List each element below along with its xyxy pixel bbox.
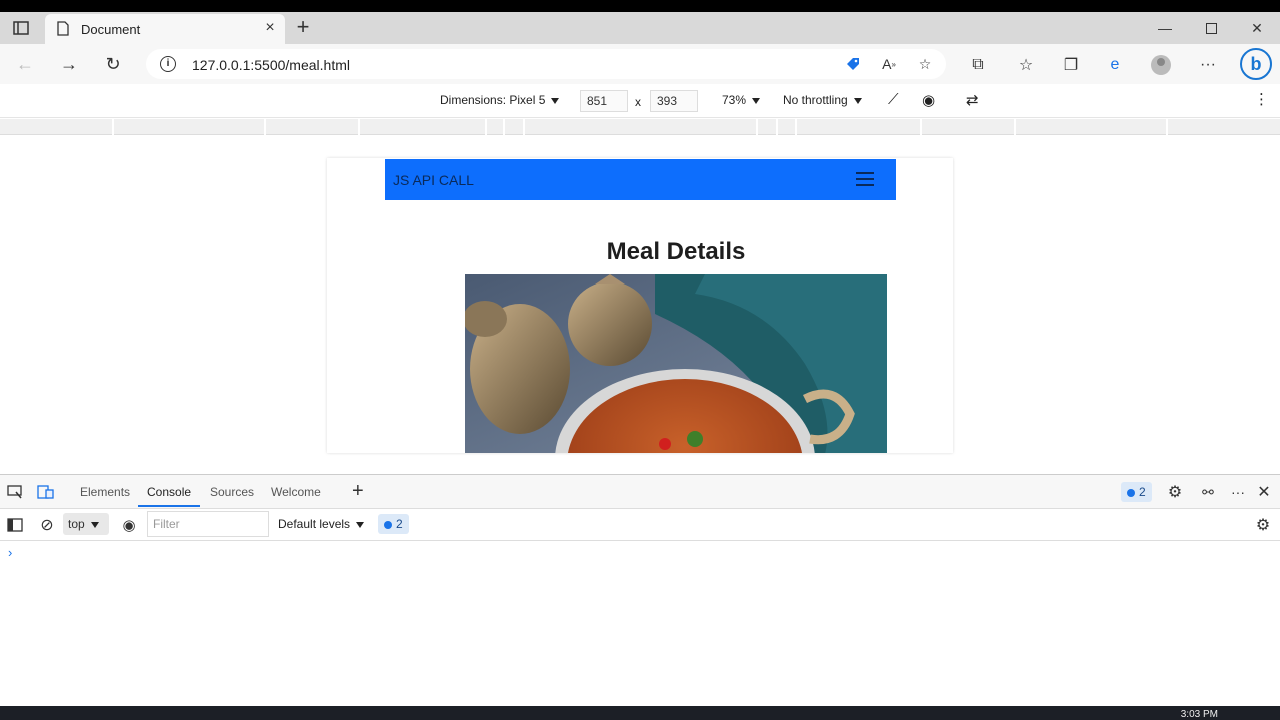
console-filter-input[interactable]: Filter [147, 511, 269, 537]
browser-nav-bar: ← → ↻ i 127.0.0.1:5500/meal.html A» ☆ ⧉ … [0, 44, 1280, 84]
zoom-select[interactable]: 73% [722, 93, 761, 107]
context-select[interactable]: top [63, 513, 109, 535]
device-toolbar: Dimensions: Pixel 5 851 x 393 73% No thr… [0, 84, 1280, 118]
bing-copilot-icon[interactable]: b [1240, 48, 1272, 80]
devtools-tab-bar: Elements Console Sources Welcome + 2 ⚙ ⚯… [0, 475, 1280, 509]
site-brand[interactable]: JS API CALL [393, 172, 474, 188]
console-issues-count: 2 [396, 517, 403, 531]
devtools-more-icon[interactable]: ··· [1229, 483, 1247, 501]
zoom-label: 73% [722, 93, 747, 107]
console-issues-badge[interactable]: 2 [378, 514, 409, 534]
context-label: top [68, 517, 85, 531]
rotate-icon[interactable]: ⇄ [966, 91, 979, 109]
address-bar[interactable]: i 127.0.0.1:5500/meal.html A» ☆ [146, 49, 946, 79]
throttling-label: No throttling [783, 93, 848, 107]
profile-button[interactable] [1150, 54, 1172, 76]
edge-icon[interactable]: e [1104, 54, 1126, 76]
read-aloud-icon[interactable]: A» [880, 55, 898, 73]
eyedropper-icon[interactable]: ⟋ [888, 91, 899, 108]
favorite-add-icon[interactable]: ☆ [916, 55, 934, 73]
address-url: 127.0.0.1:5500/meal.html [192, 57, 350, 73]
hamburger-menu-icon[interactable] [856, 172, 874, 186]
tab-actions-button[interactable] [10, 19, 32, 37]
restore-icon[interactable] [1188, 12, 1234, 44]
dimensions-label: Dimensions: Pixel 5 [440, 93, 546, 107]
close-devtools-icon[interactable]: ✕ [1255, 483, 1273, 501]
new-tab-button[interactable]: + [292, 16, 314, 38]
inspect-element-icon[interactable] [6, 483, 24, 501]
media-query-ruler[interactable] [0, 119, 1280, 135]
emulated-device-screen: JS API CALL Meal Details [327, 158, 953, 453]
tab-console[interactable]: Console [147, 485, 191, 499]
close-window-icon[interactable]: ✕ [1234, 12, 1280, 44]
log-levels-label: Default levels [278, 517, 351, 531]
extensions-icon[interactable]: ⧉ [967, 54, 989, 76]
console-settings-icon[interactable]: ⚙ [1254, 516, 1272, 534]
collections-icon[interactable]: ❐ [1060, 54, 1082, 76]
screen-top-bezel [0, 0, 1280, 12]
back-icon[interactable]: ← [12, 52, 38, 76]
browser-tab-strip: Document × + — ✕ [0, 12, 1280, 44]
avatar-icon [1151, 55, 1171, 75]
width-input[interactable]: 851 [580, 90, 628, 112]
os-taskbar: 3:03 PM [0, 706, 1280, 720]
browser-tab[interactable]: Document × [45, 14, 285, 44]
device-emulation-icon[interactable] [37, 483, 55, 501]
refresh-icon[interactable]: ↻ [100, 52, 126, 76]
document-icon [57, 21, 69, 39]
more-tabs-icon[interactable]: + [352, 480, 364, 503]
console-prompt[interactable]: › [8, 545, 12, 560]
sidebar-toggle-icon[interactable] [6, 516, 24, 534]
vision-icon[interactable]: ◉ [922, 91, 935, 109]
site-navbar: JS API CALL [385, 159, 896, 200]
tab-sources[interactable]: Sources [210, 485, 254, 499]
meal-image [465, 274, 887, 453]
shopping-tag-icon[interactable] [844, 55, 862, 73]
device-more-icon[interactable]: ⋮ [1254, 90, 1269, 108]
active-tab-indicator [138, 505, 200, 507]
favorites-icon[interactable]: ☆ [1015, 54, 1037, 76]
tab-welcome[interactable]: Welcome [271, 485, 321, 499]
more-options-icon[interactable]: ··· [1197, 54, 1219, 76]
dimensions-select[interactable]: Dimensions: Pixel 5 [440, 93, 560, 107]
console-toolbar: ⊘ top ◉ Filter Default levels 2 ⚙ [0, 509, 1280, 541]
minimize-icon[interactable]: — [1142, 12, 1188, 44]
tab-title: Document [81, 22, 141, 37]
live-expression-eye-icon[interactable]: ◉ [120, 516, 138, 534]
dimension-separator: x [635, 95, 641, 109]
log-levels-select[interactable]: Default levels [278, 517, 365, 531]
issues-badge[interactable]: 2 [1121, 482, 1152, 502]
taskbar-clock[interactable]: 3:03 PM [1181, 709, 1218, 720]
window-controls: — ✕ [1142, 12, 1280, 44]
clear-console-icon[interactable]: ⊘ [38, 516, 56, 534]
height-input[interactable]: 393 [650, 90, 698, 112]
devtools-panel: Elements Console Sources Welcome + 2 ⚙ ⚯… [0, 474, 1280, 706]
forward-icon[interactable]: → [56, 52, 82, 76]
meal-details-heading: Meal Details [606, 238, 746, 265]
tab-actions-icon [13, 21, 29, 35]
close-tab-icon[interactable]: × [261, 19, 279, 37]
issues-count: 2 [1139, 485, 1146, 499]
settings-gear-icon[interactable]: ⚙ [1166, 483, 1184, 501]
tab-elements[interactable]: Elements [80, 485, 130, 499]
customize-icon[interactable]: ⚯ [1199, 483, 1217, 501]
site-info-icon[interactable]: i [160, 56, 176, 72]
throttling-select[interactable]: No throttling [783, 93, 862, 107]
